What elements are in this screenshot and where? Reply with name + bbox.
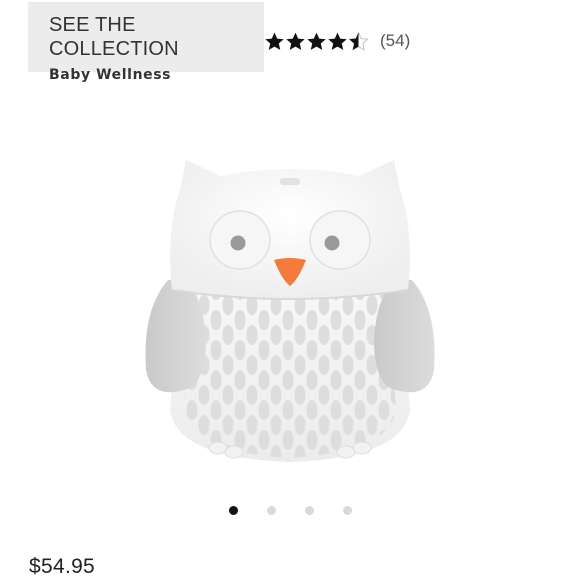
star-icon [307, 32, 326, 50]
star-icon [328, 32, 347, 50]
collection-heading: SEE THE COLLECTION [49, 14, 179, 60]
see-collection-link[interactable]: SEE THE COLLECTION Baby Wellness [28, 2, 264, 83]
star-icon [286, 32, 305, 50]
star-rating [264, 31, 369, 52]
review-count[interactable]: (54) [380, 31, 410, 51]
star-icon [265, 32, 284, 50]
image-carousel-dots [0, 504, 580, 518]
half-star-icon [348, 31, 369, 51]
product-price: $54.95 [29, 555, 96, 578]
product-image[interactable] [120, 140, 460, 480]
collection-name: Baby Wellness [49, 67, 172, 83]
carousel-dot-1[interactable] [228, 506, 238, 515]
product-rating[interactable]: (54) [264, 27, 410, 55]
carousel-dot-4[interactable] [342, 506, 352, 515]
carousel-dot-2[interactable] [266, 506, 276, 515]
carousel-dot-3[interactable] [304, 506, 314, 515]
owl-nightlight-image [145, 160, 435, 462]
